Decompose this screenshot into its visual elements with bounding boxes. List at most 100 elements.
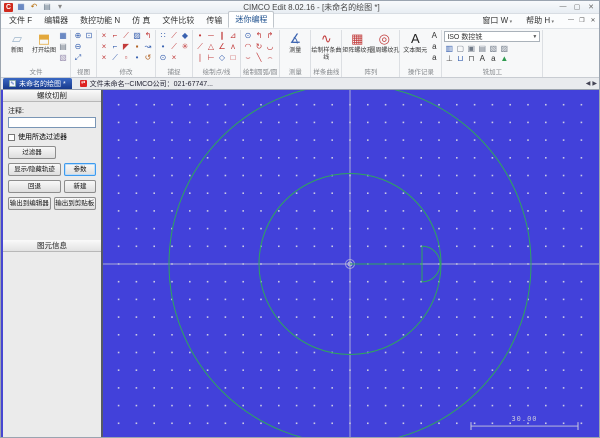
print-icon[interactable]: ▤ [58, 42, 68, 52]
scale-icon[interactable]: ▪ [132, 42, 142, 52]
zoom-window-icon[interactable]: ⊡ [84, 31, 94, 41]
rotate-icon[interactable]: ↺ [143, 53, 153, 63]
doc-tab-0[interactable]: ✎ 未命名的绘图 * [3, 78, 72, 89]
matrix-thread-holes-button[interactable]: ▦ 矩阵螺纹孔 [342, 31, 372, 55]
fillet-icon[interactable]: ⌐ [110, 42, 120, 52]
arc-small-icon[interactable]: ⌣ [243, 53, 253, 63]
comment-input[interactable] [8, 117, 96, 128]
menu-item-窗口W[interactable]: 窗口 W ▾ [476, 13, 518, 28]
menu-item-数控功能N[interactable]: 数控功能 N [74, 13, 126, 28]
tool-plane-icon[interactable]: ⊓ [466, 54, 476, 64]
mill-contour-icon[interactable]: ▤ [477, 44, 487, 54]
new-button[interactable]: 新建 [64, 180, 96, 193]
drawing-canvas[interactable]: 30.00 [103, 90, 599, 437]
mill-drill-icon[interactable]: ▧ [488, 44, 498, 54]
menu-item-仿真[interactable]: 仿 真 [126, 13, 156, 28]
text-small-icon[interactable]: a [429, 53, 439, 63]
delete-icon[interactable]: × [99, 53, 109, 63]
params-button[interactable]: 参数 [64, 163, 96, 176]
arc-top-icon[interactable]: ◠ [243, 42, 253, 52]
diag-line-icon[interactable]: ⟋ [195, 42, 205, 52]
menu-item-传输[interactable]: 传输 [200, 13, 228, 28]
mid-snap-icon[interactable]: ◆ [180, 31, 190, 41]
divide-icon[interactable]: ⟋ [110, 53, 120, 63]
rect-icon[interactable]: □ [228, 53, 238, 63]
arc-cap-icon[interactable]: ⌢ [265, 53, 275, 63]
mill-face-icon[interactable]: ▥ [444, 44, 454, 54]
clipboard-icon[interactable]: ▧ [58, 53, 68, 63]
output-to-clipboard-button[interactable]: 输出到剪贴板 [53, 197, 96, 210]
text-element-button[interactable]: A 文本图元 [402, 31, 428, 55]
mill-bore-icon[interactable]: ▨ [499, 44, 509, 54]
menu-item-文件比较[interactable]: 文件比较 [156, 13, 200, 28]
measure-button[interactable]: ∡ 测量 [282, 31, 308, 55]
none-snap-icon[interactable]: × [169, 53, 179, 63]
tangent-line-icon[interactable]: ╲ [254, 53, 264, 63]
zoom-in-icon[interactable]: ⊕ [73, 31, 83, 41]
extend-icon[interactable]: ⟋ [121, 31, 131, 41]
doc-tab-1[interactable]: ⇄ 文件未命名--CIMCO公司：021-67747... [74, 78, 219, 89]
open-drawing-button[interactable]: ⬒ 打开绘图 [31, 31, 57, 55]
arc-start-icon[interactable]: ↰ [254, 31, 264, 41]
hatch-icon[interactable]: ▨ [132, 31, 142, 41]
tool-comp-icon[interactable]: ⊔ [455, 54, 465, 64]
zoom-out-icon[interactable]: ⊖ [73, 42, 83, 52]
menu-item-文件F[interactable]: 文件 F [3, 13, 38, 28]
corner-icon[interactable]: ⌐ [110, 31, 120, 41]
tab-next-icon[interactable]: ▶ [592, 80, 597, 87]
text-medium-icon[interactable]: a [429, 42, 439, 52]
minimize-button[interactable]: — [558, 3, 568, 11]
zoom-fit-icon[interactable]: ⤢ [73, 53, 83, 63]
menu-item-编辑器[interactable]: 编辑器 [38, 13, 74, 28]
intersect-snap-icon[interactable]: ✳ [180, 42, 190, 52]
parallel-icon[interactable]: ∥ [217, 31, 227, 41]
maximize-button[interactable]: ▢ [572, 3, 582, 11]
tab-scroll-arrows[interactable]: ◀ ▶ [586, 78, 597, 89]
mirror-icon[interactable]: ↝ [143, 42, 153, 52]
rollback-button[interactable]: 回退 [8, 180, 61, 193]
line-icon[interactable]: ─ [206, 31, 216, 41]
vertical-line-icon[interactable]: ❘ [195, 53, 205, 63]
menu-item-帮助H[interactable]: 帮助 H ▾ [520, 13, 560, 28]
filter-button[interactable]: 过滤器 [8, 146, 56, 159]
mdi-close-button[interactable]: ✕ [589, 17, 597, 24]
mdi-minimize-button[interactable]: — [567, 17, 575, 24]
center-snap-icon[interactable]: ⊙ [158, 53, 168, 63]
point-snap-icon[interactable]: • [158, 42, 168, 52]
text-engrave-small-icon[interactable]: a [488, 54, 498, 64]
move-icon[interactable]: ↰ [143, 31, 153, 41]
use-filter-checkbox[interactable] [8, 133, 15, 141]
close-button[interactable]: ✕ [586, 3, 596, 11]
line-snap-icon[interactable]: ⟋ [169, 31, 179, 41]
show-hide-track-button[interactable]: 显示/隐藏轨迹 [8, 163, 61, 176]
circular-thread-holes-button[interactable]: ◎ 圆周螺纹孔 [369, 31, 399, 55]
point-icon[interactable]: • [195, 31, 205, 41]
perp-icon[interactable]: ⊢ [206, 53, 216, 63]
polyline-icon[interactable]: ʌ [228, 42, 238, 52]
arc-bottom-icon[interactable]: ◡ [265, 42, 275, 52]
tool-path-icon[interactable]: ⊥ [444, 54, 454, 64]
text-large-icon[interactable]: A [429, 31, 439, 41]
save-icon[interactable]: ▦ [58, 31, 68, 41]
draw-spline-button[interactable]: ∿ 绘制样条曲线 [311, 31, 341, 61]
angle-line-icon[interactable]: ⊿ [228, 31, 238, 41]
nc-format-dropdown[interactable]: ISO 数控铣 ▼ [444, 31, 541, 42]
break-icon[interactable]: × [99, 42, 109, 52]
arc-end-icon[interactable]: ↱ [265, 31, 275, 41]
mdi-restore-button[interactable]: ❐ [578, 17, 586, 24]
circle-center-icon[interactable]: ⊙ [243, 31, 253, 41]
text-engrave-icon[interactable]: A [477, 54, 487, 64]
triangle-icon[interactable]: △ [206, 42, 216, 52]
output-to-editor-button[interactable]: 输出到编辑器 [8, 197, 51, 210]
point-edit-icon[interactable]: • [132, 53, 142, 63]
rhombus-icon[interactable]: ◇ [217, 53, 227, 63]
mill-pocket-icon[interactable]: ▢ [455, 44, 465, 54]
angle-icon[interactable]: ∠ [217, 42, 227, 52]
menu-item-迷你编程[interactable]: 迷你编程 [228, 11, 275, 28]
circle-rotate-icon[interactable]: ↻ [254, 42, 264, 52]
mill-slot-icon[interactable]: ▣ [466, 44, 476, 54]
stretch-icon[interactable]: ▫ [121, 53, 131, 63]
offset-icon[interactable]: ◤ [121, 42, 131, 52]
tangent-snap-icon[interactable]: ⟋ [169, 42, 179, 52]
tab-prev-icon[interactable]: ◀ [586, 80, 591, 87]
